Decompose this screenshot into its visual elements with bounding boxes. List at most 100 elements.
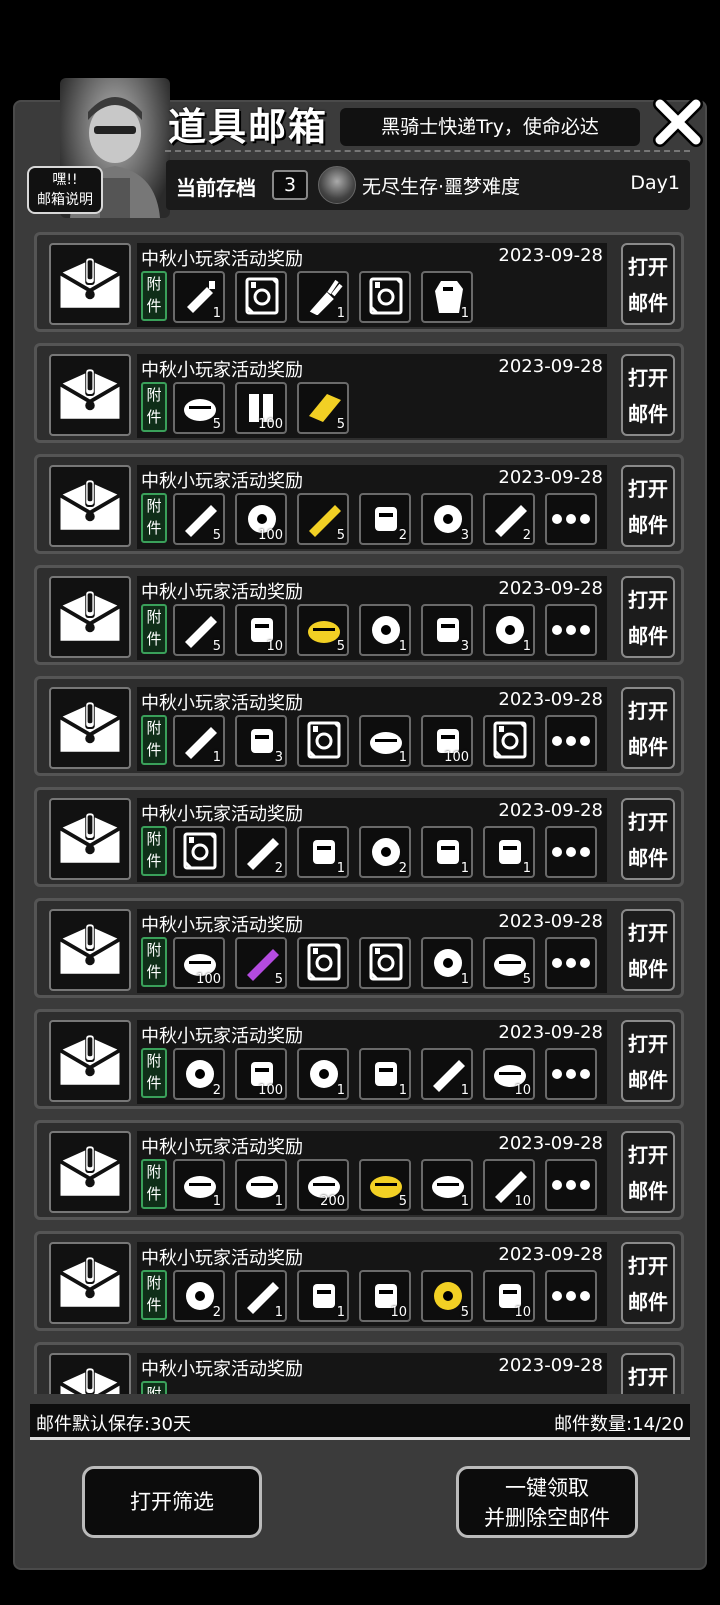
more-items-button[interactable] bbox=[545, 1270, 597, 1322]
more-items-button[interactable] bbox=[545, 493, 597, 545]
mail-entry[interactable]: 中秋小玩家活动奖励 2023-09-28 附 件 打开 邮件 bbox=[34, 1342, 684, 1394]
reward-item[interactable]: 3 bbox=[421, 604, 473, 656]
reward-item[interactable]: 1 bbox=[297, 826, 349, 878]
open-mail-button[interactable]: 打开 邮件 bbox=[621, 1131, 675, 1213]
mail-entry[interactable]: 中秋小玩家活动奖励 2023-09-28 附 件 1 1 1 打开 邮件 bbox=[34, 232, 684, 332]
mail-entry[interactable]: 中秋小玩家活动奖励 2023-09-28 附 件 1 1 200 5 1 10 … bbox=[34, 1120, 684, 1220]
more-items-button[interactable] bbox=[545, 826, 597, 878]
reward-item[interactable]: 2 bbox=[359, 826, 411, 878]
reward-item[interactable]: 2 bbox=[235, 826, 287, 878]
open-mail-button[interactable]: 打开 邮件 bbox=[621, 1353, 675, 1394]
open-mail-button[interactable]: 打开 邮件 bbox=[621, 576, 675, 658]
more-items-button[interactable] bbox=[545, 604, 597, 656]
reward-item[interactable]: 10 bbox=[359, 1270, 411, 1322]
reward-item[interactable]: 1 bbox=[359, 715, 411, 767]
reward-item[interactable]: 10 bbox=[483, 1048, 535, 1100]
more-items-button[interactable] bbox=[545, 1048, 597, 1100]
reward-item[interactable]: 1 bbox=[421, 826, 473, 878]
open-mail-button[interactable]: 打开 邮件 bbox=[621, 243, 675, 325]
mail-entry[interactable]: 中秋小玩家活动奖励 2023-09-28 附 件 1 3 1 100 打开 邮件 bbox=[34, 676, 684, 776]
reward-item[interactable]: 1 bbox=[421, 1159, 473, 1211]
reward-item[interactable]: 1 bbox=[297, 271, 349, 323]
reward-item[interactable]: 1 bbox=[173, 271, 225, 323]
reward-item[interactable] bbox=[297, 715, 349, 767]
reward-item[interactable] bbox=[235, 271, 287, 323]
survivor-portrait-icon bbox=[318, 166, 356, 204]
reward-item[interactable]: 5 bbox=[173, 493, 225, 545]
open-mail-button[interactable]: 打开 邮件 bbox=[621, 798, 675, 880]
reward-item[interactable]: 2 bbox=[483, 493, 535, 545]
claim-all-button[interactable]: 一键领取 并删除空邮件 bbox=[456, 1466, 638, 1538]
reward-item[interactable]: 5 bbox=[421, 1270, 473, 1322]
reward-item[interactable]: 1 bbox=[173, 1159, 225, 1211]
reward-item[interactable]: 1 bbox=[483, 604, 535, 656]
reward-item[interactable]: 1 bbox=[359, 604, 411, 656]
open-filter-button[interactable]: 打开筛选 bbox=[82, 1466, 262, 1538]
reward-item[interactable]: 3 bbox=[421, 493, 473, 545]
mail-body: 中秋小玩家活动奖励 2023-09-28 附 件 2 1 1 10 5 10 bbox=[137, 1242, 607, 1326]
reward-item[interactable]: 5 bbox=[297, 604, 349, 656]
reward-item[interactable]: 2 bbox=[173, 1048, 225, 1100]
reward-item[interactable]: 5 bbox=[173, 382, 225, 434]
reward-item[interactable]: 1 bbox=[235, 1159, 287, 1211]
item-quantity: 1 bbox=[460, 1083, 469, 1098]
mail-entry[interactable]: 中秋小玩家活动奖励 2023-09-28 附 件 2 1 2 1 1 打开 邮件 bbox=[34, 787, 684, 887]
reward-item[interactable]: 2 bbox=[359, 493, 411, 545]
mail-entry[interactable]: 中秋小玩家活动奖励 2023-09-28 附 件 100 5 1 5 打开 邮件 bbox=[34, 898, 684, 998]
item-quantity: 3 bbox=[460, 528, 469, 543]
mail-entry[interactable]: 中秋小玩家活动奖励 2023-09-28 附 件 2 100 1 1 1 10 … bbox=[34, 1009, 684, 1109]
reward-item[interactable]: 5 bbox=[359, 1159, 411, 1211]
reward-item[interactable] bbox=[483, 715, 535, 767]
reward-item[interactable]: 100 bbox=[235, 382, 287, 434]
open-mail-button[interactable]: 打开 邮件 bbox=[621, 354, 675, 436]
reward-item[interactable]: 100 bbox=[421, 715, 473, 767]
open-mail-button[interactable]: 打开 邮件 bbox=[621, 909, 675, 991]
reward-item[interactable]: 1 bbox=[297, 1048, 349, 1100]
reward-item[interactable]: 5 bbox=[235, 937, 287, 989]
mail-title: 中秋小玩家活动奖励 bbox=[141, 249, 303, 270]
reward-item[interactable]: 1 bbox=[359, 1048, 411, 1100]
reward-item[interactable]: 100 bbox=[173, 937, 225, 989]
open-mail-button[interactable]: 打开 邮件 bbox=[621, 465, 675, 547]
reward-item[interactable]: 10 bbox=[483, 1270, 535, 1322]
mailbox-help-button[interactable]: 嘿!! 邮箱说明 bbox=[27, 166, 103, 214]
reward-item[interactable]: 5 bbox=[483, 937, 535, 989]
item-quantity: 100 bbox=[258, 1083, 283, 1098]
reward-item[interactable]: 1 bbox=[421, 271, 473, 323]
mail-entry[interactable]: 中秋小玩家活动奖励 2023-09-28 附 件 5 100 5 打开 邮件 bbox=[34, 343, 684, 443]
open-mail-button[interactable]: 打开 邮件 bbox=[621, 687, 675, 769]
reward-item[interactable] bbox=[173, 826, 225, 878]
reward-item[interactable]: 1 bbox=[235, 1270, 287, 1322]
mail-entry[interactable]: 中秋小玩家活动奖励 2023-09-28 附 件 5 100 5 2 3 2 打… bbox=[34, 454, 684, 554]
reward-item[interactable]: 3 bbox=[235, 715, 287, 767]
reward-item[interactable]: 10 bbox=[483, 1159, 535, 1211]
reward-item[interactable]: 1 bbox=[483, 826, 535, 878]
reward-item[interactable] bbox=[297, 937, 349, 989]
reward-item[interactable]: 5 bbox=[297, 493, 349, 545]
mail-list[interactable]: 中秋小玩家活动奖励 2023-09-28 附 件 1 1 1 打开 邮件 中秋小… bbox=[30, 224, 690, 1394]
reward-item[interactable] bbox=[359, 937, 411, 989]
reward-item[interactable]: 1 bbox=[421, 937, 473, 989]
reward-item[interactable]: 1 bbox=[297, 1270, 349, 1322]
open-mail-button[interactable]: 打开 邮件 bbox=[621, 1020, 675, 1102]
reward-item[interactable]: 100 bbox=[235, 1048, 287, 1100]
open-mail-button[interactable]: 打开 邮件 bbox=[621, 1242, 675, 1324]
mail-entry[interactable]: 中秋小玩家活动奖励 2023-09-28 附 件 5 10 5 1 3 1 打开… bbox=[34, 565, 684, 665]
reward-item[interactable]: 5 bbox=[297, 382, 349, 434]
reward-item[interactable]: 2 bbox=[173, 1270, 225, 1322]
item-quantity: 1 bbox=[274, 1194, 283, 1209]
more-items-button[interactable] bbox=[545, 937, 597, 989]
more-items-button[interactable] bbox=[545, 1159, 597, 1211]
reward-item[interactable]: 100 bbox=[235, 493, 287, 545]
reward-item[interactable]: 1 bbox=[173, 715, 225, 767]
reward-item[interactable]: 5 bbox=[173, 604, 225, 656]
reward-item[interactable]: 10 bbox=[235, 604, 287, 656]
reward-item[interactable]: 1 bbox=[421, 1048, 473, 1100]
alert-mail-icon bbox=[49, 687, 131, 769]
reward-item[interactable]: 200 bbox=[297, 1159, 349, 1211]
close-button[interactable] bbox=[652, 96, 704, 148]
reward-items: 1 3 1 100 bbox=[173, 715, 597, 769]
reward-item[interactable] bbox=[359, 271, 411, 323]
mail-entry[interactable]: 中秋小玩家活动奖励 2023-09-28 附 件 2 1 1 10 5 10 打… bbox=[34, 1231, 684, 1331]
more-items-button[interactable] bbox=[545, 715, 597, 767]
